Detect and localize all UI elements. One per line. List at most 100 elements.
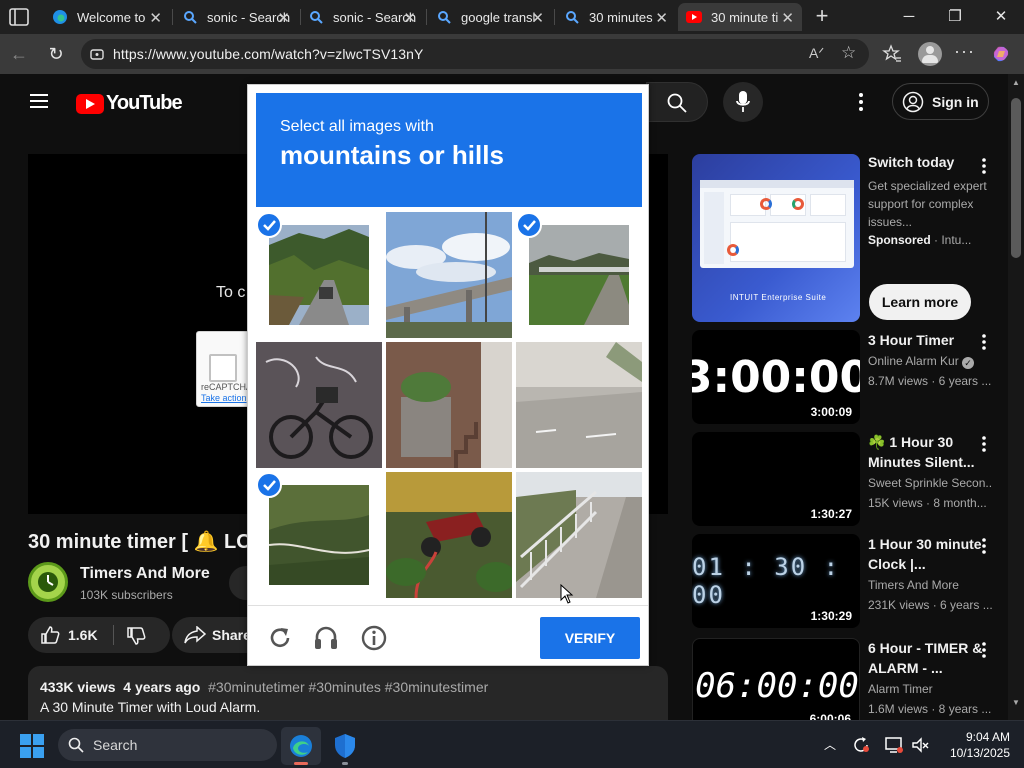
browser-tab[interactable]: 30 minutes ✕: [556, 3, 676, 31]
taskbar-edge-app[interactable]: [281, 727, 321, 765]
close-tab-icon[interactable]: ✕: [531, 9, 544, 27]
browser-tab[interactable]: google transl ✕: [428, 3, 552, 31]
close-tab-icon[interactable]: ✕: [655, 9, 668, 27]
search-button[interactable]: [646, 82, 708, 122]
captcha-tile[interactable]: [516, 342, 642, 468]
info-icon[interactable]: [360, 624, 388, 652]
channel-name[interactable]: Timers And More: [868, 578, 992, 592]
video-thumbnail[interactable]: 06:00:00 6:00:06: [692, 638, 860, 720]
thumbs-down-icon[interactable]: [126, 626, 146, 646]
more-vert-icon[interactable]: [976, 156, 992, 176]
video-title[interactable]: 1 Hour 30 minute Clock |...: [868, 534, 988, 574]
close-window-button[interactable]: ✕: [978, 4, 1024, 30]
clock-icon: [38, 572, 58, 592]
refresh-icon[interactable]: ↻: [45, 43, 67, 65]
voice-search-button[interactable]: [723, 82, 763, 122]
captcha-tile[interactable]: [386, 342, 512, 468]
tab-actions-icon[interactable]: [8, 7, 30, 27]
favorites-icon[interactable]: [882, 44, 902, 64]
profile-avatar[interactable]: [918, 42, 942, 66]
learn-more-button[interactable]: Learn more: [869, 284, 971, 320]
search-icon: [68, 737, 84, 753]
ad-sponsored-line: Sponsored · Intu...: [868, 233, 972, 247]
channel-name[interactable]: Timers And More: [80, 565, 210, 583]
hashtags[interactable]: #30minutetimer #30minutes #30minutestime…: [208, 679, 488, 695]
sync-icon[interactable]: [851, 735, 871, 755]
channel-avatar[interactable]: [28, 562, 68, 602]
ad-thumbnail[interactable]: INTUIT Enterprise Suite: [692, 154, 860, 322]
captcha-tile[interactable]: [256, 472, 382, 598]
more-vert-icon[interactable]: [976, 640, 992, 660]
scroll-up-icon[interactable]: ▲: [1012, 78, 1020, 87]
thumbs-up-icon[interactable]: [40, 625, 60, 645]
back-icon[interactable]: ←: [8, 43, 30, 65]
description-box[interactable]: 433K views 4 years ago #30minutetimer #3…: [28, 666, 668, 720]
read-aloud-icon[interactable]: Aᐟ: [809, 45, 824, 62]
taskbar-date[interactable]: 10/13/2025: [940, 746, 1010, 760]
tile-image-overpass: [386, 212, 512, 338]
video-thumbnail[interactable]: 01 : 30 : 00 1:30:29: [692, 534, 860, 628]
address-bar[interactable]: https://www.youtube.com/watch?v=zlwcTSV1…: [81, 39, 869, 69]
browser-tab[interactable]: sonic - Search ✕: [174, 3, 298, 31]
channel-name[interactable]: Online Alarm Kur: [868, 354, 959, 368]
recaptcha-action-link[interactable]: Take action: [201, 393, 247, 403]
video-title[interactable]: 3 Hour Timer: [868, 330, 988, 350]
browser-tab[interactable]: Welcome to ✕: [44, 3, 170, 31]
recommended-video[interactable]: 06:00:00 6:00:06 6 Hour - TIMER & ALARM …: [692, 638, 992, 720]
youtube-logo[interactable]: YouTube: [76, 92, 183, 115]
page-scrollbar[interactable]: ▲ ▼: [1008, 74, 1024, 720]
reload-icon[interactable]: [266, 624, 294, 652]
copilot-icon[interactable]: [990, 43, 1012, 65]
close-tab-icon[interactable]: ✕: [781, 9, 794, 27]
taskbar-security-app[interactable]: [325, 727, 365, 765]
new-tab-button[interactable]: +: [811, 3, 833, 29]
video-thumbnail[interactable]: 3:00:00 3:00:09: [692, 330, 860, 424]
browser-tab[interactable]: sonic - Search ✕: [300, 3, 424, 31]
ad-title[interactable]: Switch today: [868, 154, 954, 170]
video-thumbnail[interactable]: 1:30:27: [692, 432, 860, 526]
channel-name[interactable]: Alarm Timer: [868, 682, 992, 696]
display-icon[interactable]: [884, 735, 904, 755]
volume-muted-icon[interactable]: [910, 735, 930, 755]
site-info-icon[interactable]: [90, 47, 104, 61]
recaptcha-checkbox[interactable]: [209, 354, 237, 382]
windows-start-icon[interactable]: [20, 734, 44, 758]
chevron-up-icon[interactable]: ︿: [820, 735, 840, 755]
more-vert-icon[interactable]: [852, 90, 870, 114]
captcha-tile[interactable]: [386, 472, 512, 598]
scrollbar-thumb[interactable]: [1011, 98, 1021, 258]
more-vert-icon[interactable]: [976, 332, 992, 352]
minimize-button[interactable]: ─: [886, 4, 932, 30]
captcha-tile[interactable]: [256, 212, 382, 338]
share-button[interactable]: Share: [172, 617, 252, 653]
menu-icon[interactable]: [30, 94, 50, 109]
taskbar-search[interactable]: Search: [58, 729, 277, 761]
verify-button[interactable]: VERIFY: [540, 617, 640, 659]
more-vert-icon[interactable]: [976, 434, 992, 454]
channel-name[interactable]: Sweet Sprinkle Secon...: [868, 476, 992, 490]
recommended-video[interactable]: 1:30:27 ☘️ 1 Hour 30 Minutes Silent... S…: [692, 432, 992, 532]
sponsored-ad[interactable]: INTUIT Enterprise Suite Switch today Get…: [692, 154, 992, 324]
close-tab-icon[interactable]: ✕: [277, 9, 290, 27]
restore-button[interactable]: ❐: [932, 4, 978, 30]
close-tab-icon[interactable]: ✕: [149, 9, 162, 27]
video-title[interactable]: 6 Hour - TIMER & ALARM - ...: [868, 638, 988, 678]
recommended-video[interactable]: 01 : 30 : 00 1:30:29 1 Hour 30 minute Cl…: [692, 534, 992, 634]
captcha-tile[interactable]: [516, 212, 642, 338]
recommended-video[interactable]: 3:00:00 3:00:09 3 Hour Timer Online Alar…: [692, 330, 992, 430]
browser-toolbar: ← ↻ https://www.youtube.com/watch?v=zlwc…: [0, 34, 1024, 74]
favorite-star-icon[interactable]: ☆: [841, 43, 856, 63]
more-vert-icon[interactable]: [976, 536, 992, 556]
subscribe-button[interactable]: [229, 566, 249, 600]
captcha-tile[interactable]: [256, 342, 382, 468]
browser-tab-active[interactable]: 30 minute ti ✕: [678, 3, 802, 31]
settings-more-icon[interactable]: ···: [954, 41, 975, 62]
scroll-down-icon[interactable]: ▼: [1012, 698, 1020, 707]
captcha-tile[interactable]: [386, 212, 512, 338]
audio-challenge-icon[interactable]: [312, 624, 340, 652]
sign-in-button[interactable]: Sign in: [892, 83, 989, 120]
captcha-tile[interactable]: [516, 472, 642, 598]
taskbar-time[interactable]: 9:04 AM: [940, 730, 1010, 744]
close-tab-icon[interactable]: ✕: [403, 9, 416, 27]
video-title[interactable]: ☘️ 1 Hour 30 Minutes Silent...: [868, 432, 988, 472]
